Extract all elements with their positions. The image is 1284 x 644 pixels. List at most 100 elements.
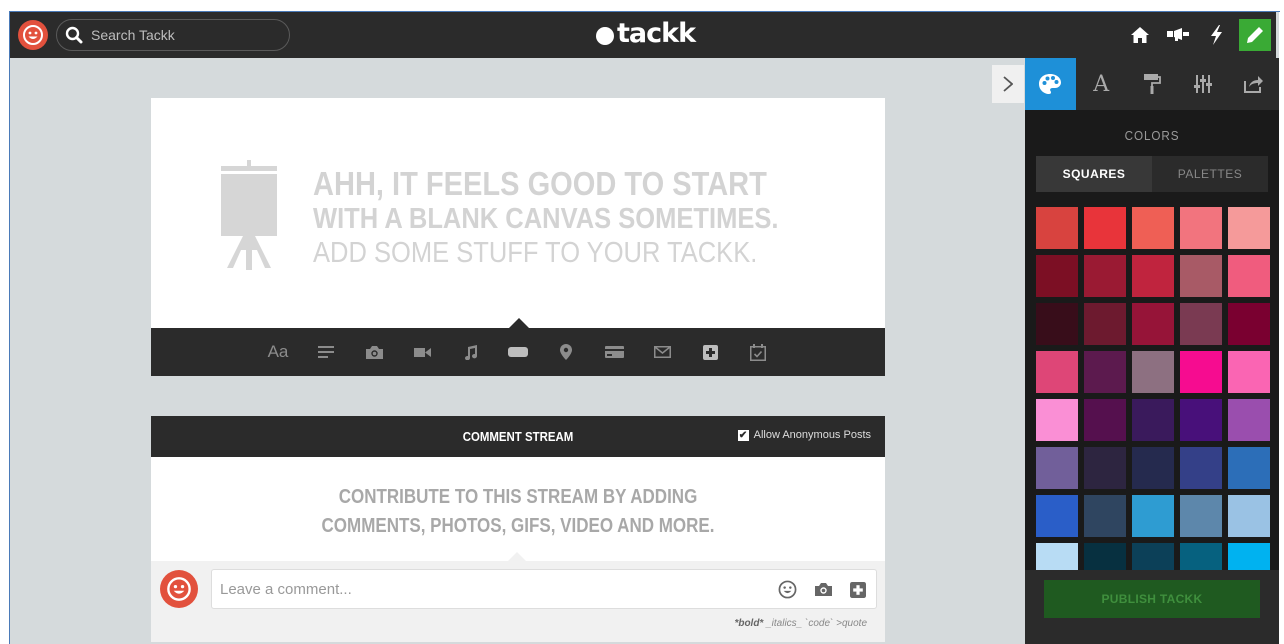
- button-icon: [508, 347, 528, 357]
- color-swatch[interactable]: [1036, 255, 1078, 297]
- search-input[interactable]: [91, 27, 281, 43]
- color-swatch[interactable]: [1036, 207, 1078, 249]
- color-swatch[interactable]: [1036, 447, 1078, 489]
- color-swatch[interactable]: [1132, 399, 1174, 441]
- color-swatch[interactable]: [1180, 255, 1222, 297]
- font-icon: A: [1093, 71, 1110, 97]
- video-button[interactable]: [398, 328, 446, 376]
- publish-footer: PUBLISH TACKK: [1025, 570, 1279, 644]
- color-mode-switch: SQUARES PALETTES: [1036, 156, 1268, 192]
- canvas-card[interactable]: AHH, IT FEELS GOOD TO START WITH A BLANK…: [151, 98, 885, 376]
- search-box[interactable]: [56, 19, 290, 51]
- color-swatch[interactable]: [1036, 495, 1078, 537]
- color-swatch[interactable]: [1036, 399, 1078, 441]
- logo-text: tackk: [617, 18, 696, 49]
- paragraph-button[interactable]: [302, 328, 350, 376]
- allow-anonymous-toggle[interactable]: ✔ Allow Anonymous Posts: [737, 429, 871, 441]
- window-frame-border-left: [9, 11, 10, 644]
- color-swatch[interactable]: [1180, 495, 1222, 537]
- color-swatch[interactable]: [1228, 303, 1270, 345]
- stream-message-line-1: CONTRIBUTE TO THIS STREAM BY ADDING: [338, 486, 698, 508]
- color-swatch[interactable]: [1180, 351, 1222, 393]
- color-swatch[interactable]: [1084, 351, 1126, 393]
- sliders-icon: [1193, 75, 1212, 93]
- payment-button[interactable]: [590, 328, 638, 376]
- color-swatch[interactable]: [1228, 255, 1270, 297]
- color-swatch[interactable]: [1132, 495, 1174, 537]
- color-swatch-grid: [1036, 207, 1270, 585]
- tackk-logo[interactable]: tackk: [596, 18, 696, 49]
- color-swatch[interactable]: [1228, 447, 1270, 489]
- comment-input-box[interactable]: [211, 569, 877, 609]
- collapse-panel-button[interactable]: [992, 65, 1024, 103]
- color-swatch[interactable]: [1180, 399, 1222, 441]
- publish-button[interactable]: PUBLISH TACKK: [1044, 580, 1260, 618]
- color-swatch[interactable]: [1228, 351, 1270, 393]
- tab-colors[interactable]: [1025, 58, 1076, 110]
- color-swatch[interactable]: [1132, 303, 1174, 345]
- camera-icon[interactable]: [815, 583, 832, 596]
- comment-stream-header: COMMENT STREAM ✔ Allow Anonymous Posts: [151, 416, 885, 457]
- tab-backgrounds[interactable]: [1127, 58, 1178, 110]
- more-button[interactable]: [686, 328, 734, 376]
- color-swatch[interactable]: [1180, 303, 1222, 345]
- color-swatch[interactable]: [1132, 255, 1174, 297]
- blank-canvas-message: AHH, IT FEELS GOOD TO START WITH A BLANK…: [313, 166, 842, 270]
- paint-roller-icon: [1143, 74, 1161, 94]
- color-swatch[interactable]: [1132, 207, 1174, 249]
- text-tool-button[interactable]: Aa: [254, 328, 302, 376]
- color-swatch[interactable]: [1180, 447, 1222, 489]
- paragraph-icon: [318, 346, 334, 358]
- allow-anonymous-label: Allow Anonymous Posts: [753, 429, 871, 441]
- allow-anonymous-checkbox[interactable]: ✔: [737, 429, 749, 441]
- tab-fonts[interactable]: A: [1076, 58, 1127, 110]
- color-swatch[interactable]: [1084, 399, 1126, 441]
- color-swatch[interactable]: [1084, 207, 1126, 249]
- top-bar: tackk: [10, 12, 1276, 58]
- color-swatch[interactable]: [1084, 447, 1126, 489]
- color-swatch[interactable]: [1132, 447, 1174, 489]
- chevron-right-icon: [1003, 76, 1013, 92]
- event-button[interactable]: [734, 328, 782, 376]
- color-swatch[interactable]: [1132, 351, 1174, 393]
- easel-icon: [221, 160, 277, 270]
- button-tool[interactable]: [494, 328, 542, 376]
- color-swatch[interactable]: [1084, 495, 1126, 537]
- commenter-avatar-icon: [160, 570, 198, 608]
- user-avatar-icon[interactable]: [18, 20, 48, 50]
- email-button[interactable]: [638, 328, 686, 376]
- color-swatch[interactable]: [1228, 207, 1270, 249]
- tab-share[interactable]: [1228, 58, 1279, 110]
- color-swatch[interactable]: [1036, 351, 1078, 393]
- camera-icon: [365, 345, 383, 359]
- color-swatch[interactable]: [1084, 303, 1126, 345]
- stream-message-line-2: COMMENTS, PHOTOS, GIFS, VIDEO AND MORE.: [321, 515, 715, 537]
- share-icon: [1243, 76, 1263, 93]
- comment-stream: COMMENT STREAM ✔ Allow Anonymous Posts C…: [151, 416, 885, 642]
- music-button[interactable]: [446, 328, 494, 376]
- card-icon: [604, 346, 624, 358]
- comment-stream-message: CONTRIBUTE TO THIS STREAM BY ADDING COMM…: [151, 483, 885, 541]
- megaphone-icon[interactable]: [1159, 12, 1197, 58]
- lightning-icon[interactable]: [1197, 12, 1235, 58]
- logo-dot-icon: [596, 26, 614, 45]
- map-button[interactable]: [542, 328, 590, 376]
- color-swatch[interactable]: [1084, 255, 1126, 297]
- edit-button[interactable]: [1239, 19, 1271, 51]
- comment-input[interactable]: [220, 580, 740, 598]
- design-panel: A COLORS SQUARES PALETTES PUBLISH TACKK: [1025, 58, 1279, 644]
- squares-toggle[interactable]: SQUARES: [1036, 156, 1152, 192]
- color-swatch[interactable]: [1228, 399, 1270, 441]
- color-swatch[interactable]: [1228, 495, 1270, 537]
- search-icon: [65, 26, 83, 44]
- photo-button[interactable]: [350, 328, 398, 376]
- palettes-toggle[interactable]: PALETTES: [1152, 156, 1268, 192]
- emoji-icon[interactable]: [778, 580, 797, 599]
- tab-settings[interactable]: [1177, 58, 1228, 110]
- formatting-hint-rest: _italics_ `code` >quote: [763, 618, 867, 629]
- color-swatch[interactable]: [1180, 207, 1222, 249]
- text-tool-label: Aa: [267, 342, 289, 361]
- home-icon[interactable]: [1121, 12, 1159, 58]
- color-swatch[interactable]: [1036, 303, 1078, 345]
- plus-icon[interactable]: [850, 581, 866, 598]
